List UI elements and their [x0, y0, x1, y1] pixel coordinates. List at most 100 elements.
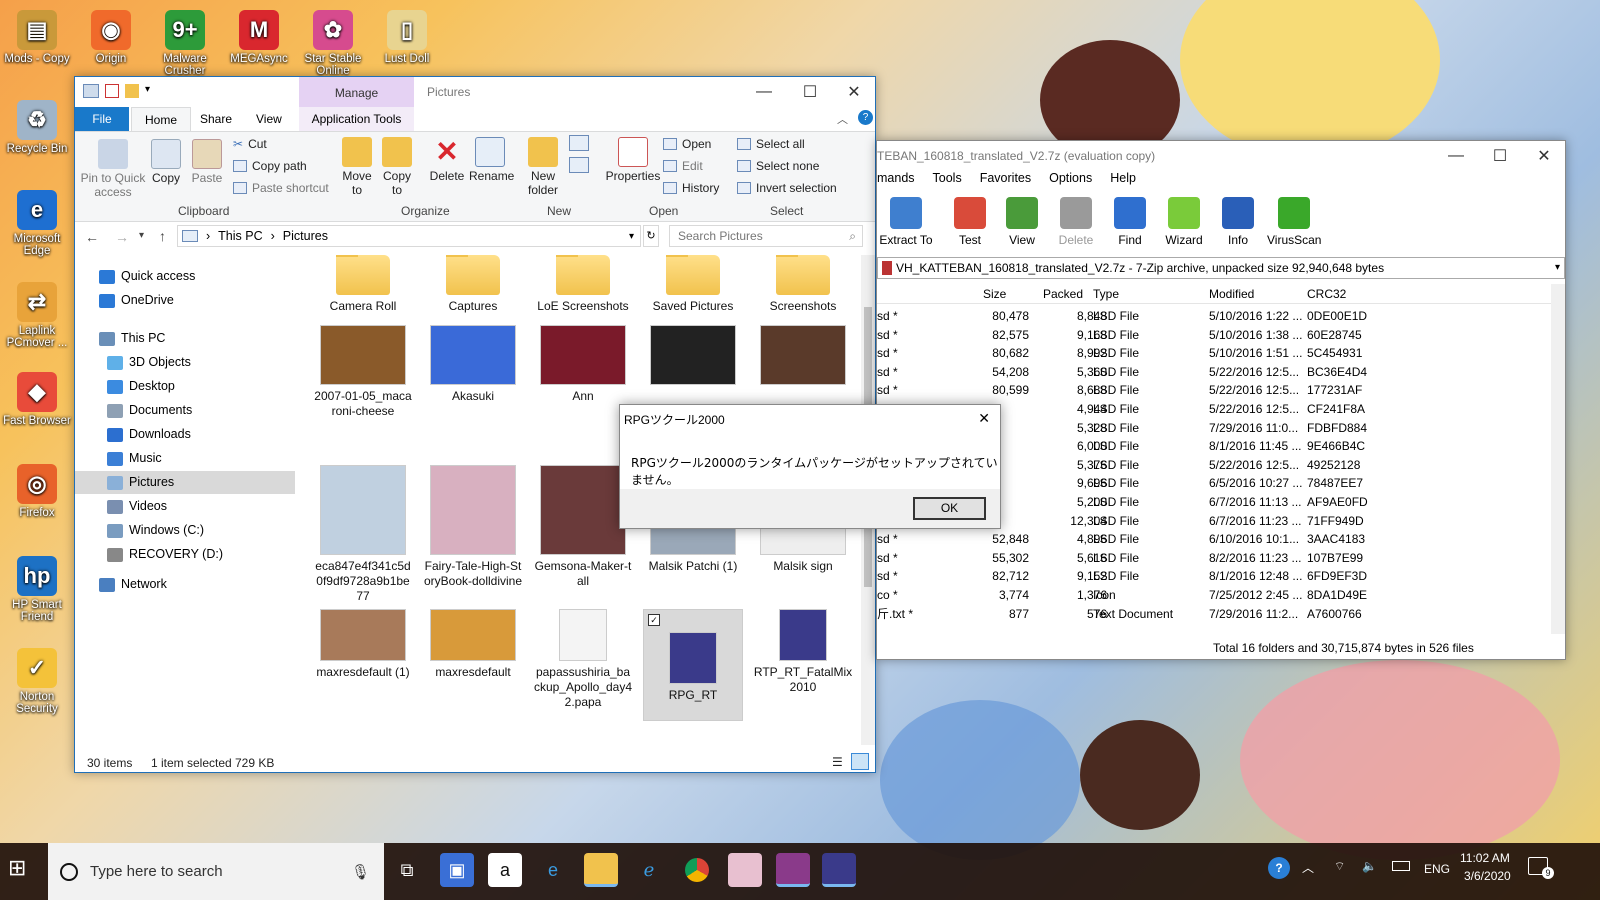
history-button[interactable]: History [663, 181, 719, 195]
minimize-button[interactable]: — [1433, 141, 1479, 171]
toolbar-button[interactable]: Extract To [879, 195, 933, 247]
file-explorer-icon[interactable] [584, 853, 618, 887]
nav-item[interactable]: This PC [75, 327, 295, 350]
archive-row[interactable]: sd * 54,208 5,360 LSD File 5/22/2016 12:5...… [877, 363, 1577, 382]
edit-button[interactable]: Edit [663, 159, 703, 173]
internet-explorer-icon[interactable]: ℯ [632, 853, 666, 887]
desktop-icon[interactable]: ⇄ Laplink PCmover ... [0, 282, 74, 349]
archive-row[interactable]: sd * 80,682 8,992 LSD File 5/10/2016 1:51 ..… [877, 344, 1577, 363]
network-icon[interactable]: ⌔ [1334, 859, 1345, 874]
battery-icon[interactable] [1392, 861, 1410, 871]
folder-item[interactable]: Captures [423, 255, 523, 314]
desktop-icon[interactable]: M MEGAsync [222, 10, 296, 65]
help-tray-icon[interactable]: ? [1268, 857, 1290, 879]
archive-row[interactable]: sd * 82,575 9,168 LSD File 5/10/2016 1:38 ..… [877, 326, 1577, 345]
menu-item[interactable]: mands [877, 171, 915, 191]
col-size[interactable]: Size [983, 287, 1006, 301]
nav-item[interactable]: Quick access [75, 265, 295, 288]
archive-row[interactable]: 斤.txt * 877 576 Text Document 7/29/2016 11:2… [877, 605, 1577, 624]
file-item[interactable]: RTP_RT_FatalMix2010 [753, 609, 853, 695]
desktop-icon[interactable]: ▤ Mods - Copy [0, 10, 74, 65]
tab-share[interactable]: Share [187, 107, 245, 131]
help-icon[interactable]: ? [858, 110, 873, 125]
dialog-close-button[interactable]: ✕ [978, 410, 990, 427]
archive-row[interactable]: sd * 80,599 8,688 LSD File 5/22/2016 12:5...… [877, 381, 1577, 400]
properties-button[interactable]: Properties [605, 137, 661, 183]
error-dialog[interactable]: RPGツクール2000 ✕ RPGツクール2000のランタイムパッケージがセット… [619, 404, 1001, 529]
folder-item[interactable]: LoE Screenshots [533, 255, 633, 314]
back-button[interactable]: ← [85, 229, 99, 245]
desktop-icon[interactable]: ◉ Origin [74, 10, 148, 65]
toolbar-button[interactable]: Info [1211, 195, 1265, 247]
properties-qat-icon[interactable] [105, 84, 119, 98]
invert-selection-button[interactable]: Invert selection [737, 181, 837, 195]
chevron-down-icon[interactable]: ▾ [1555, 258, 1560, 278]
file-item[interactable]: 2007-01-05_macaroni-cheese [313, 325, 413, 419]
menu-item[interactable]: Help [1110, 171, 1136, 191]
winrar-icon[interactable] [776, 853, 810, 887]
desktop-icon[interactable]: ✿ Star Stable Online [296, 10, 370, 77]
maximize-button[interactable]: ☐ [787, 77, 833, 107]
chevron-up-icon[interactable]: ︿ [1302, 859, 1314, 876]
amazon-icon[interactable]: a [488, 853, 522, 887]
search-box[interactable]: Type here to search 🎙 [48, 843, 384, 900]
pin-to-quick-access-button[interactable]: Pin to Quick access [79, 139, 147, 199]
up-button[interactable]: ↑ [159, 228, 166, 244]
nav-item[interactable]: Pictures [75, 471, 295, 494]
path-bar[interactable]: VH_KATTEBAN_160818_translated_V2.7z - 7-… [877, 257, 1565, 279]
dialog-title-bar[interactable]: RPGツクール2000 ✕ [620, 405, 1000, 433]
nav-item[interactable]: OneDrive [75, 289, 295, 312]
checkbox[interactable]: ✓ [648, 614, 660, 626]
desktop-icon[interactable]: ◎ Firefox [0, 464, 74, 519]
archive-row[interactable]: sd * 52,848 4,896 LSD File 6/10/2016 10:1...… [877, 530, 1577, 549]
file-item[interactable]: eca847e4f341c5d0f9df9728a9b1be77 [313, 465, 413, 604]
file-item[interactable]: maxresdefault [423, 609, 523, 680]
open-button[interactable]: Open [663, 137, 711, 151]
breadcrumb-this-pc[interactable]: This PC [218, 229, 262, 243]
cut-button[interactable]: ✂ Cut [233, 137, 267, 151]
toolbar-button[interactable]: Delete [1049, 195, 1103, 247]
refresh-button[interactable]: ↻ [643, 225, 659, 247]
file-item[interactable]: maxresdefault (1) [313, 609, 413, 680]
toolbar-button[interactable]: Wizard [1157, 195, 1211, 247]
copy-path-button[interactable]: Copy path [233, 159, 307, 173]
toolbar-button[interactable]: Find [1103, 195, 1157, 247]
select-all-button[interactable]: Select all [737, 137, 805, 151]
title-bar[interactable]: ▾ Manage Pictures — ☐ ✕ [75, 77, 875, 107]
archive-row[interactable]: sd * 55,302 5,616 LSD File 8/2/2016 11:23 ..… [877, 549, 1577, 568]
select-none-button[interactable]: Select none [737, 159, 819, 173]
language-indicator[interactable]: ENG [1424, 862, 1450, 876]
desktop-icon[interactable]: ▯ Lust Doll [370, 10, 444, 65]
nav-item[interactable]: Desktop [75, 375, 295, 398]
archive-row[interactable]: sd * 80,478 8,848 LSD File 5/10/2016 1:22 ..… [877, 307, 1577, 326]
col-crc32[interactable]: CRC32 [1307, 287, 1346, 301]
close-button[interactable]: ✕ [1521, 141, 1567, 171]
nav-item[interactable]: RECOVERY (D:) [75, 543, 295, 566]
file-item[interactable]: Gemsona-Maker-tall [533, 465, 633, 589]
toolbar-button[interactable]: Test [943, 195, 997, 247]
forward-button[interactable]: → [115, 229, 129, 245]
recent-locations-icon[interactable]: ▾ [139, 230, 144, 241]
nav-item[interactable]: Music [75, 447, 295, 470]
address-bar[interactable]: › This PC › Pictures ▾ [177, 225, 641, 247]
file-item[interactable]: ✓ RPG_RT [643, 609, 743, 721]
rpg-rt-icon[interactable] [822, 853, 856, 887]
delete-button[interactable]: ✕ Delete [425, 137, 469, 184]
copy-to-button[interactable]: Copy to [377, 137, 417, 197]
col-modified[interactable]: Modified [1209, 287, 1254, 301]
ok-button[interactable]: OK [913, 497, 986, 520]
file-item[interactable] [753, 325, 853, 389]
file-item[interactable]: papassushiria_backup_Apollo_day42.papa [533, 609, 633, 710]
toolbar-button[interactable]: VirusScan [1267, 195, 1321, 247]
desktop-icon[interactable]: hp HP Smart Friend [0, 556, 74, 623]
nav-item[interactable]: Windows (C:) [75, 519, 295, 542]
desktop-icon[interactable]: ◆ Fast Browser [0, 372, 74, 427]
store-icon[interactable]: ▣ [440, 853, 474, 887]
start-button[interactable]: ⊞ [8, 855, 26, 881]
edge-icon[interactable]: e [536, 853, 570, 887]
col-packed[interactable]: Packed [1043, 287, 1083, 301]
task-view-icon[interactable]: ⧉ [390, 853, 424, 887]
tab-file[interactable]: File [75, 107, 129, 131]
folder-item[interactable]: Screenshots [753, 255, 853, 314]
paste-shortcut-button[interactable]: Paste shortcut [233, 181, 329, 195]
